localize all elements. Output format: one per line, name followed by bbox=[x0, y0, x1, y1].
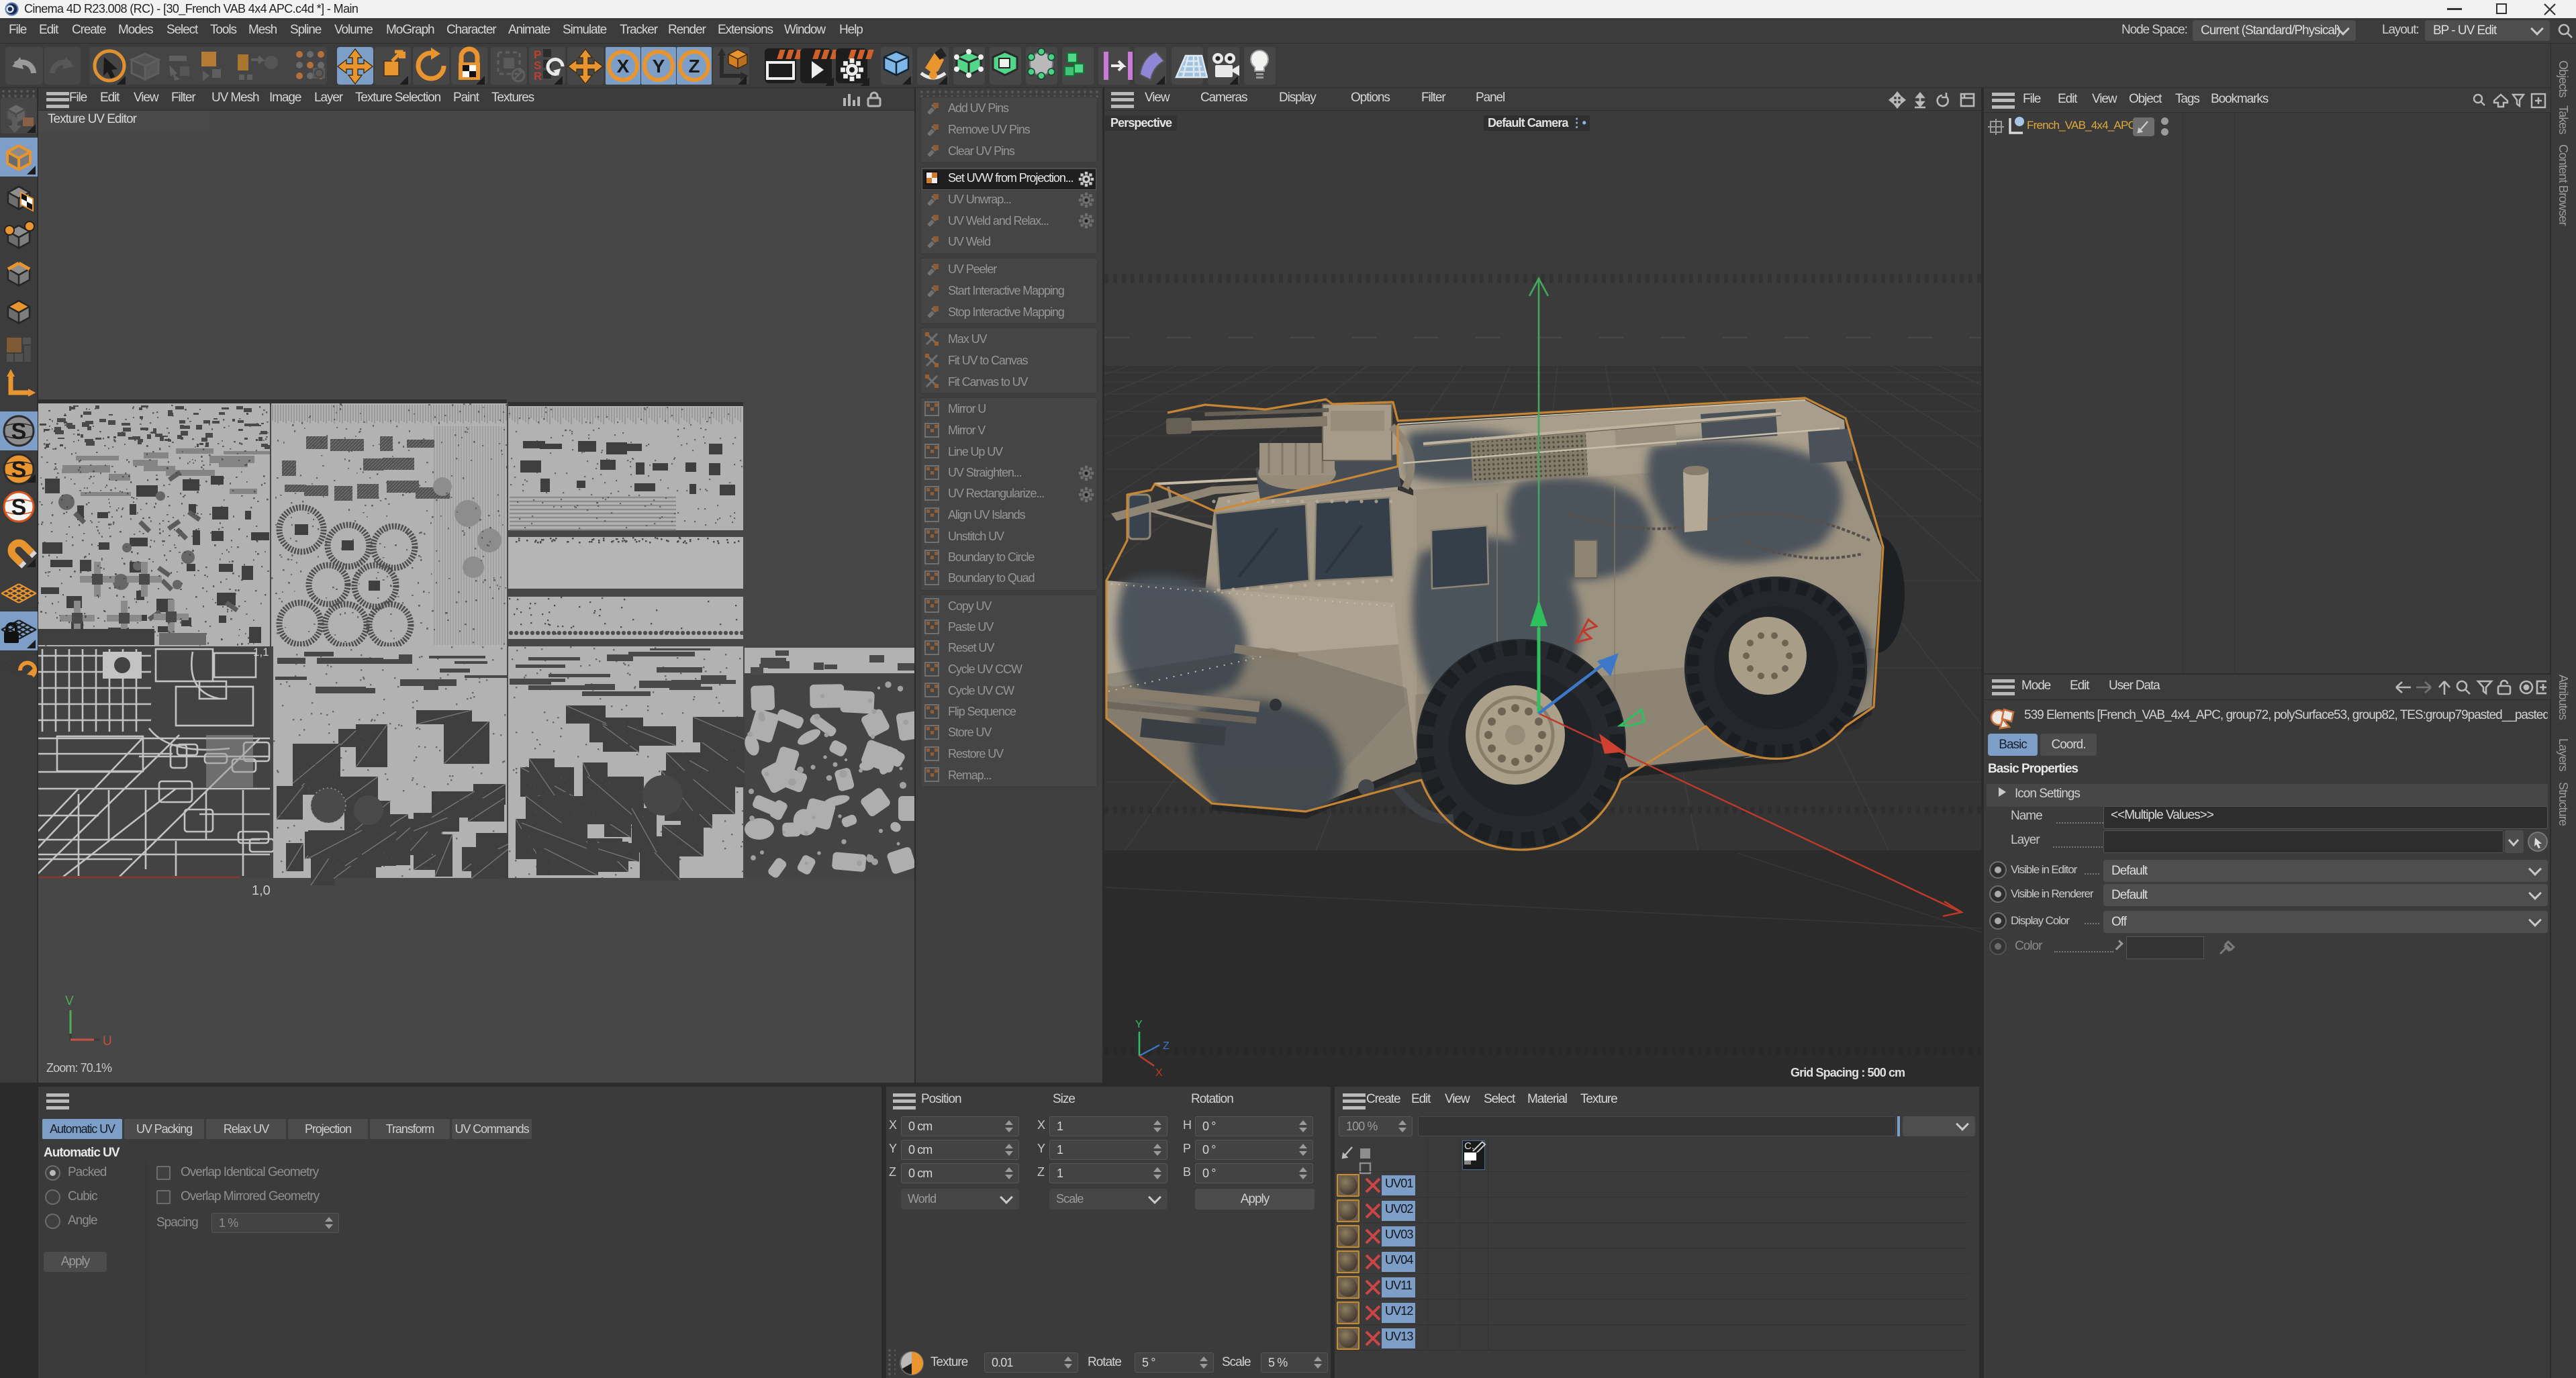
svg-text:1,1: 1,1 bbox=[253, 646, 269, 658]
svg-text:Z: Z bbox=[688, 56, 700, 77]
svg-text:R: R bbox=[534, 70, 542, 83]
svg-text:V: V bbox=[65, 994, 74, 1008]
svg-text:Y: Y bbox=[1135, 1019, 1143, 1030]
svg-text:X: X bbox=[1155, 1067, 1163, 1079]
svg-text:U: U bbox=[103, 1034, 112, 1048]
svg-text:S: S bbox=[11, 495, 27, 520]
svg-text:1,0: 1,0 bbox=[252, 883, 271, 898]
svg-text:Z: Z bbox=[1163, 1040, 1170, 1052]
svg-text:X: X bbox=[617, 56, 630, 77]
svg-text:Y: Y bbox=[653, 56, 665, 77]
svg-text:S: S bbox=[11, 419, 27, 444]
svg-text:S: S bbox=[11, 457, 27, 483]
